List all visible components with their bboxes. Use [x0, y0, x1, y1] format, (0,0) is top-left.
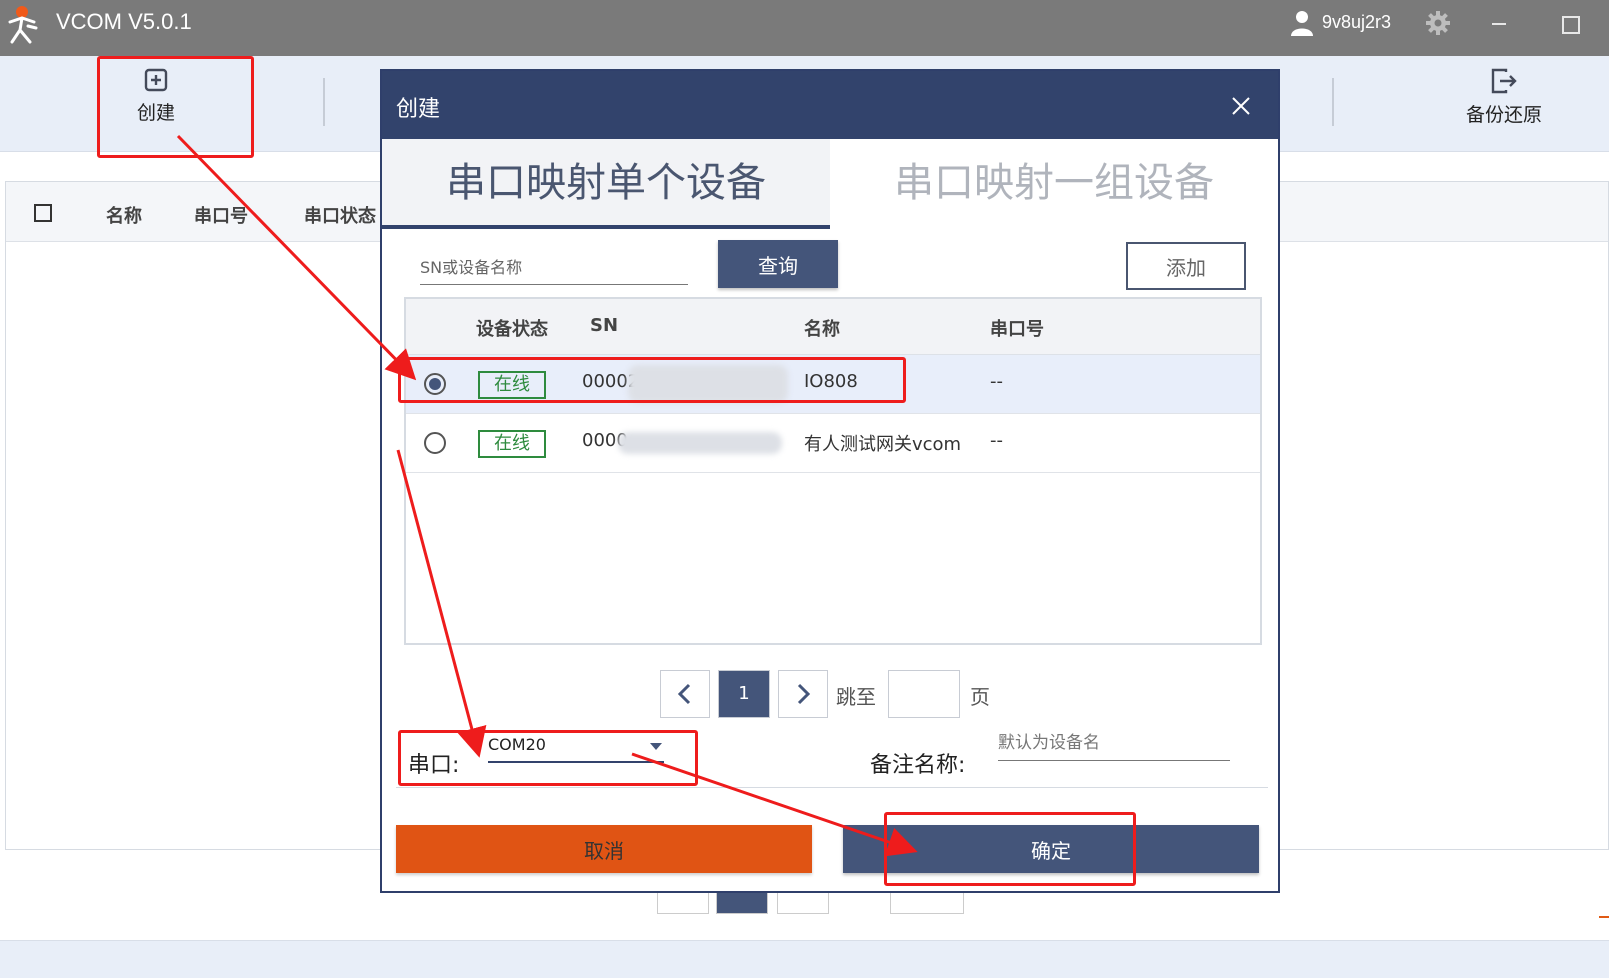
page-jump-input[interactable] [888, 670, 960, 718]
tab-single-device[interactable]: 串口映射单个设备 [382, 139, 830, 229]
status-badge: 在线 [478, 430, 546, 458]
dialog-title: 创建 [396, 97, 441, 122]
row-name: IO808 [804, 371, 858, 392]
page-prev-button[interactable] [660, 670, 710, 718]
add-button[interactable]: 添加 [1126, 242, 1246, 290]
column-port[interactable]: 串口号 [194, 202, 248, 228]
port-label: 串口: [408, 753, 460, 778]
close-icon[interactable] [1230, 95, 1252, 117]
row-port: -- [990, 430, 1003, 451]
mapping-tabs: 串口映射单个设备 串口映射一组设备 [382, 139, 1278, 229]
caret-down-icon [650, 743, 662, 750]
page-suffix: 页 [970, 685, 990, 709]
query-button[interactable]: 查询 [718, 240, 838, 288]
backup-restore-label: 备份还原 [1465, 104, 1542, 126]
export-icon [1491, 68, 1517, 94]
header-device-status: 设备状态 [476, 319, 548, 340]
title-bar: VCOM V5.0.1 9v8uj2r3 [0, 0, 1609, 56]
port-select[interactable]: COM20 [488, 727, 664, 763]
header-name: 名称 [804, 319, 840, 340]
runner-logo-icon [8, 6, 38, 44]
column-name[interactable]: 名称 [106, 202, 142, 228]
redacted-sn [628, 365, 788, 403]
status-bar [0, 940, 1609, 978]
status-badge: 在线 [478, 371, 546, 399]
maximize-button[interactable] [1554, 10, 1584, 36]
app-title: VCOM V5.0.1 [56, 9, 192, 34]
page-next-button[interactable] [778, 670, 828, 718]
confirm-button[interactable]: 确定 [843, 825, 1259, 873]
device-table: 设备状态 SN 名称 串口号 在线 00002 IO808 -- 在线 0000… [404, 297, 1262, 645]
sn-search-input[interactable] [420, 251, 688, 285]
toolbar-separator [323, 78, 325, 126]
row-name: 有人测试网关vcom [804, 434, 962, 455]
chevron-right-icon [797, 683, 811, 705]
remark-input[interactable] [998, 725, 1230, 761]
row-radio[interactable] [424, 373, 446, 395]
tab-device-group[interactable]: 串口映射一组设备 [830, 139, 1278, 229]
user-name[interactable]: 9v8uj2r3 [1322, 12, 1391, 33]
header-port: 串口号 [990, 319, 1044, 340]
backup-restore-button[interactable]: 备份还原 [1429, 56, 1579, 152]
table-row[interactable]: 在线 0000 有人测试网关vcom -- [406, 414, 1260, 473]
header-sn: SN [590, 315, 619, 336]
jump-label: 跳至 [836, 685, 876, 709]
device-table-header: 设备状态 SN 名称 串口号 [406, 299, 1260, 355]
dialog-header: 创建 [382, 71, 1278, 139]
table-row[interactable]: 在线 00002 IO808 -- [406, 355, 1260, 414]
column-port-status[interactable]: 串口状态 [304, 202, 376, 228]
plus-square-icon [144, 68, 168, 92]
create-label: 创建 [136, 102, 175, 124]
cancel-button[interactable]: 取消 [396, 825, 812, 873]
row-radio[interactable] [424, 432, 446, 454]
row-port: -- [990, 371, 1003, 392]
remark-label: 备注名称: [870, 753, 966, 778]
user-icon[interactable] [1290, 10, 1314, 36]
chevron-left-icon [677, 683, 691, 705]
page-current[interactable]: 1 [718, 670, 770, 718]
create-button[interactable]: 创建 [81, 56, 231, 152]
divider [396, 787, 1268, 788]
minimize-button[interactable] [1484, 10, 1514, 36]
gear-icon[interactable] [1425, 10, 1451, 36]
toolbar-separator [1332, 78, 1334, 126]
port-value: COM20 [488, 735, 546, 754]
create-dialog: 创建 串口映射单个设备 串口映射一组设备 查询 添加 设备状态 SN 名称 串口… [380, 69, 1280, 893]
redacted-sn [618, 432, 782, 454]
accent-mark [1599, 916, 1609, 918]
select-all-checkbox[interactable] [34, 204, 52, 222]
